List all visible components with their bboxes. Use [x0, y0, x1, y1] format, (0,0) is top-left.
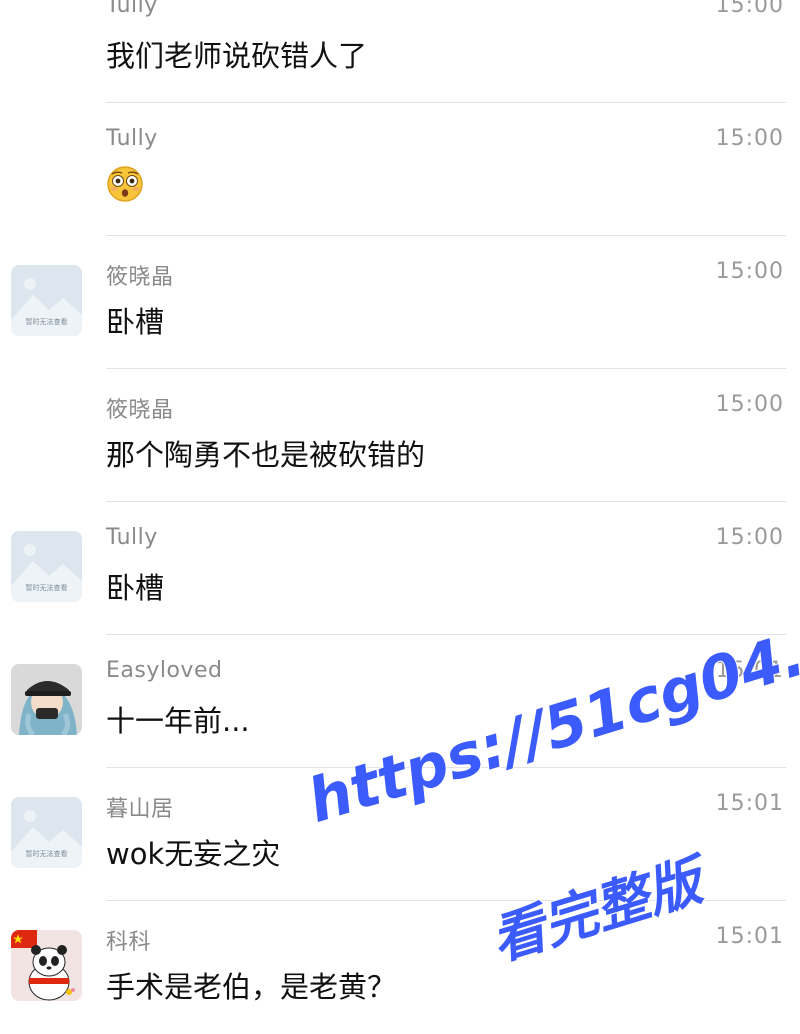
- message-item[interactable]: 暂时无法查看 筱晓晶 15:00 卧槽: [0, 236, 800, 369]
- message-item[interactable]: 筱晓晶 15:00 那个陶勇不也是被砍错的: [0, 369, 800, 502]
- message-time: 15:01: [715, 658, 784, 683]
- message-item[interactable]: Easyloved 15:01 十一年前...: [0, 635, 800, 768]
- message-text: 我们老师说砍错人了: [106, 39, 368, 73]
- message-item[interactable]: 暂时无法查看 暮山居 15:01 wok无妄之灾: [0, 768, 800, 901]
- avatar-placeholder-image[interactable]: 暂时无法查看: [11, 531, 82, 602]
- message-item[interactable]: Tully 15:00: [0, 103, 800, 236]
- avatar-placeholder-image[interactable]: 暂时无法查看: [11, 265, 82, 336]
- message-item[interactable]: 暂时无法查看 Tully 15:00 卧槽: [0, 502, 800, 635]
- message-time: 15:01: [715, 791, 784, 816]
- message-sender: 筱晓晶: [106, 265, 174, 290]
- message-time: 15:00: [715, 525, 784, 550]
- message-sender: 科科: [106, 930, 152, 955]
- message-time: 15:00: [715, 0, 784, 18]
- chat-message-list: Tully 15:00 我们老师说砍错人了 Tully 15:00 暂时无法查看…: [0, 0, 800, 1004]
- message-sender: 筱晓晶: [106, 398, 174, 423]
- message-time: 15:01: [715, 924, 784, 949]
- avatar-caption: 暂时无法查看: [25, 584, 68, 592]
- message-item[interactable]: 科科 15:01 手术是老伯，是老黄？: [0, 901, 800, 1034]
- panda-flag-avatar-icon: [11, 930, 82, 1001]
- message-time: 15:00: [715, 392, 784, 417]
- message-sender: 暮山居: [106, 797, 174, 822]
- message-sender: Tully: [106, 525, 158, 550]
- message-text: 卧槽: [106, 571, 165, 605]
- cartoon-girl-avatar-icon: [11, 664, 82, 735]
- avatar-caption: 暂时无法查看: [25, 850, 68, 858]
- message-sender: Tully: [106, 0, 158, 18]
- message-text: 十一年前...: [106, 704, 250, 738]
- message-item[interactable]: Tully 15:00 我们老师说砍错人了: [0, 0, 800, 103]
- message-text: 卧槽: [106, 305, 165, 339]
- message-sender: Tully: [106, 126, 158, 151]
- message-text: 那个陶勇不也是被砍错的: [106, 438, 426, 472]
- avatar-cartoon-girl[interactable]: [11, 664, 82, 735]
- flushed-face-emoji-icon: [107, 166, 143, 202]
- message-time: 15:00: [715, 259, 784, 284]
- message-text: wok无妄之灾: [106, 837, 281, 871]
- message-time: 15:00: [715, 126, 784, 151]
- avatar-placeholder-image[interactable]: 暂时无法查看: [11, 797, 82, 868]
- message-sender: Easyloved: [106, 658, 223, 683]
- avatar-caption: 暂时无法查看: [25, 318, 68, 326]
- avatar-panda-flag[interactable]: [11, 930, 82, 1001]
